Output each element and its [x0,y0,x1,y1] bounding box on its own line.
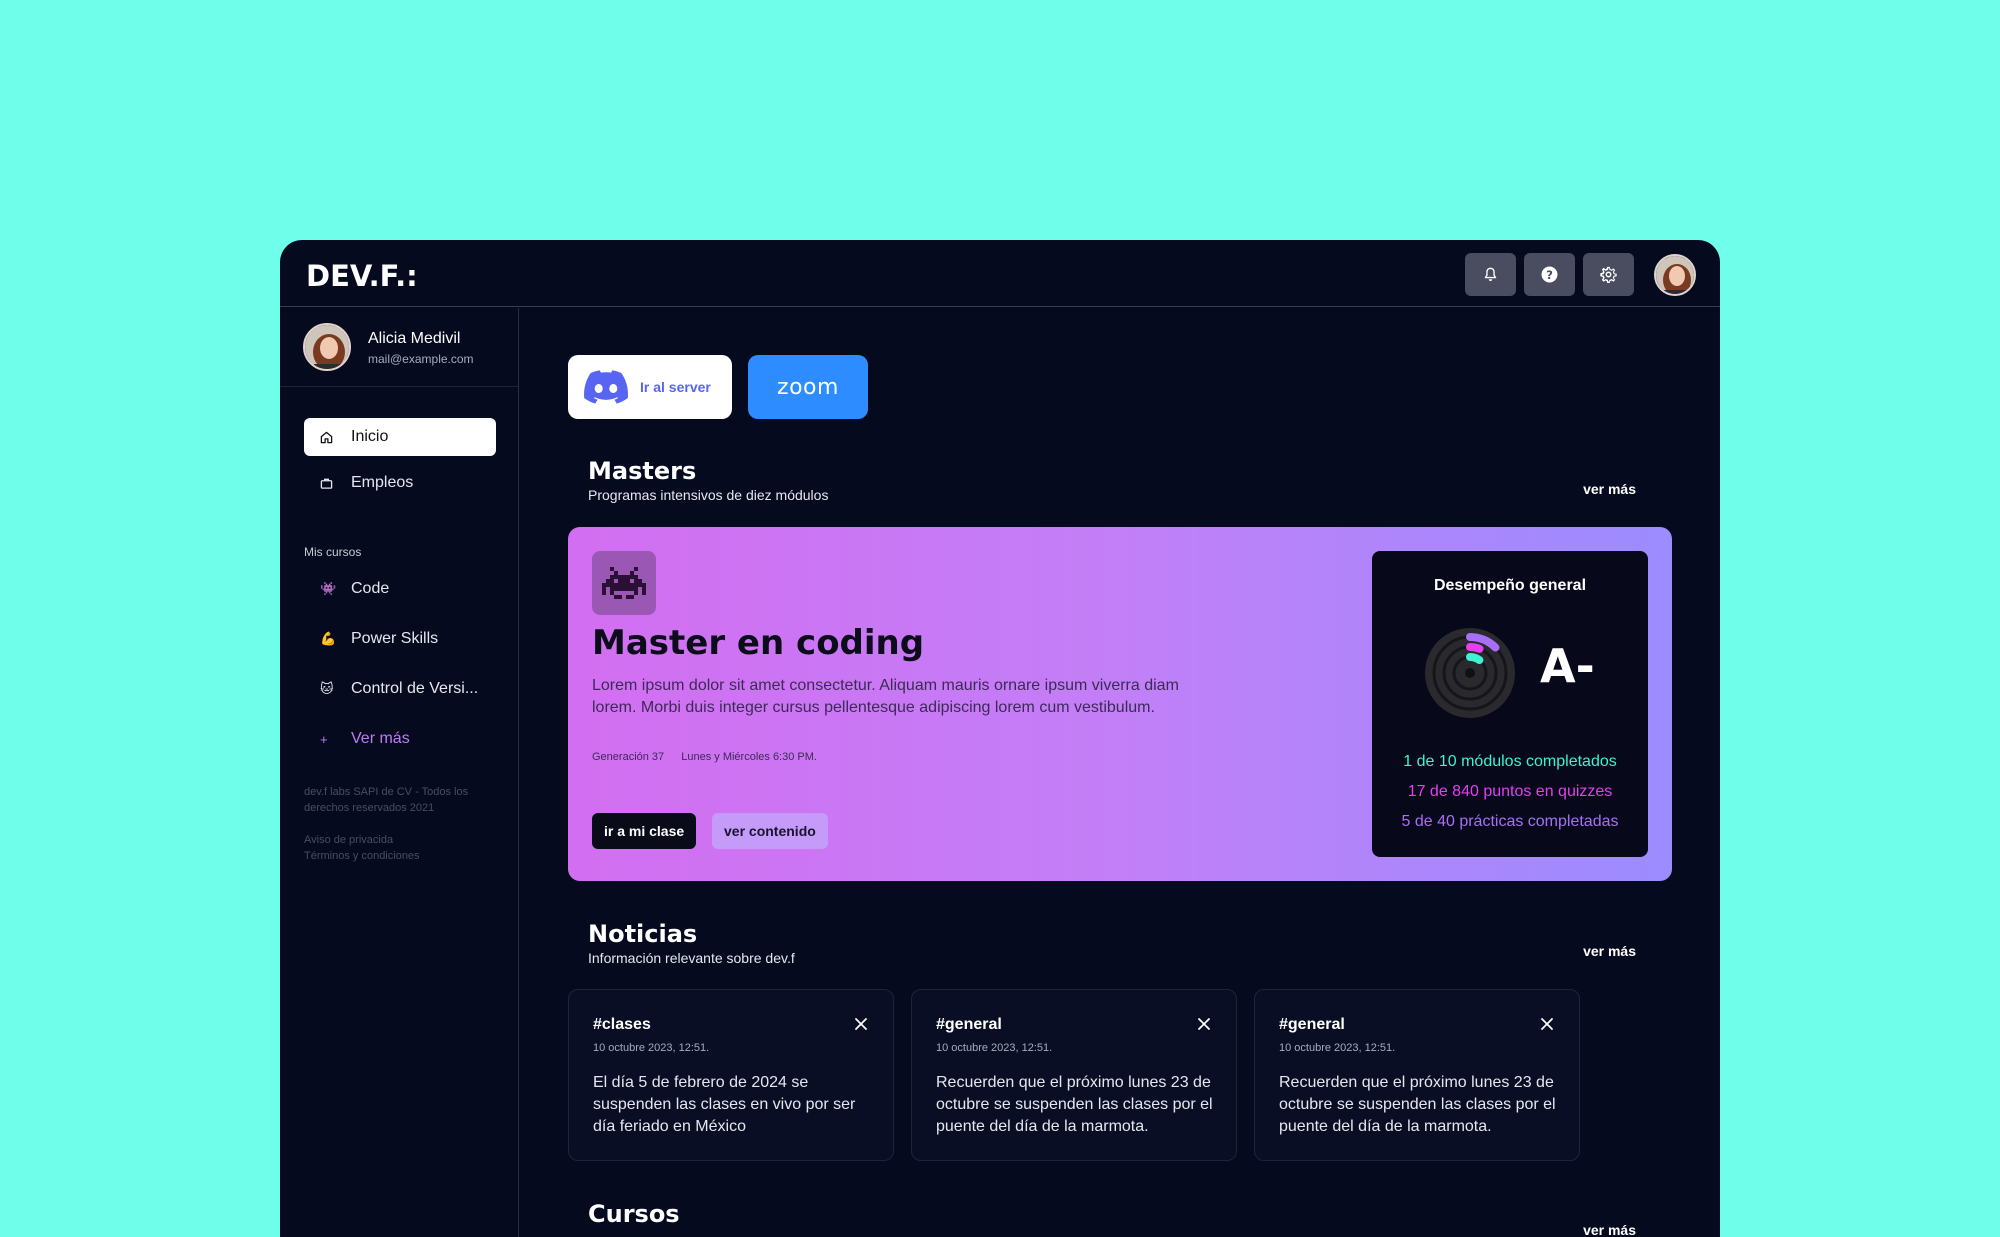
plus-icon: + [320,731,328,747]
course-item-power-skills[interactable]: 💪 Power Skills [304,614,496,664]
news-body: Recuerden que el próximo lunes 23 de oct… [1279,1074,1556,1135]
modules-progress-arc [1466,653,1484,665]
nav-item-inicio[interactable]: Inicio [304,418,496,456]
gear-icon [1600,266,1617,283]
alien-icon: 👾 [320,581,337,596]
courses-more-label: Ver más [351,730,410,747]
profile-name: Alicia Medivil [368,330,461,347]
bell-icon [1484,267,1497,281]
nav-item-label: Inicio [351,428,389,445]
master-course-card: Master en coding Lorem ipsum dolor sit a… [568,527,1672,881]
nav-item-empleos[interactable]: Empleos [304,464,496,502]
news-date: 10 octubre 2023, 12:51. [936,1042,1053,1054]
course-item-code[interactable]: 👾 Code [304,564,496,614]
master-description: Lorem ipsum dolor sit amet consectetur. … [592,677,1179,716]
main-content: Ir al server zoom Masters Programas inte… [520,308,1720,1237]
practices-stat: 5 de 40 prácticas completadas [1401,813,1619,830]
news-card[interactable]: #general 10 octubre 2023, 12:51. Recuerd… [911,989,1237,1161]
news-date: 10 octubre 2023, 12:51. [1279,1042,1396,1054]
view-content-button[interactable]: ver contenido [712,813,828,849]
avatar-image [1656,255,1694,294]
zoom-logo: zoom [777,374,839,400]
course-list: 👾 Code 💪 Power Skills 🐱 Control de Versi… [304,564,496,764]
cat-icon: 🐱 [320,681,334,696]
notifications-button[interactable] [1465,253,1516,296]
profile-avatar [303,323,351,371]
home-icon [320,431,338,444]
terms-link[interactable]: Términos y condiciones [304,848,504,864]
performance-grade: A- [1540,639,1595,693]
news-tag: #general [1279,1016,1345,1033]
news-ver-mas-link[interactable]: ver más [1583,943,1636,959]
news-body: Recuerden que el próximo lunes 23 de oct… [936,1074,1213,1135]
flexed-arm-icon: 💪 [320,631,337,646]
copyright-text: dev.f labs SAPI de CV - Todos los derech… [304,786,469,814]
course-item-label: Power Skills [351,630,439,647]
master-schedule: Lunes y Miércoles 6:30 PM. [681,751,817,763]
news-date: 10 octubre 2023, 12:51. [593,1042,710,1054]
devf-logo[interactable]: DEV.F.: [306,259,418,293]
help-button[interactable]: ? [1524,253,1575,296]
news-header: Noticias Información relevante sobre dev… [588,920,795,966]
news-subtitle: Información relevante sobre dev.f [588,950,795,966]
performance-radial-chart [1425,628,1515,718]
news-body: El día 5 de febrero de 2024 se suspenden… [593,1074,856,1135]
news-tag: #general [936,1016,1002,1033]
briefcase-icon [320,477,338,490]
modules-stat: 1 de 10 módulos completados [1403,753,1617,770]
privacy-link[interactable]: Aviso de privacida [304,832,504,848]
alien-icon [592,551,656,615]
close-icon[interactable] [853,1016,869,1032]
masters-title: Masters [588,457,697,485]
nav-item-label: Empleos [351,474,414,491]
news-card[interactable]: #general 10 octubre 2023, 12:51. Recuerd… [1254,989,1580,1161]
course-item-label: Control de Versi... [351,680,479,697]
top-actions: ? [1465,253,1696,296]
masters-header: Masters Programas intensivos de diez mód… [588,457,828,503]
courses-more-link[interactable]: + Ver más [304,714,496,764]
sidebar: Alicia Medivil mail@example.com Inicio E… [280,308,519,1237]
app-window: DEV.F.: ? Alicia Medivil mail@example.co… [280,240,1720,1237]
discord-server-button[interactable]: Ir al server [568,355,732,419]
legal-footer: dev.f labs SAPI de CV - Todos los derech… [304,784,504,864]
close-icon[interactable] [1539,1016,1555,1032]
masters-ver-mas-link[interactable]: ver más [1583,481,1636,497]
go-to-class-button[interactable]: ir a mi clase [592,813,697,849]
news-title: Noticias [588,920,698,948]
masters-subtitle: Programas intensivos de diez módulos [588,487,829,503]
avatar-image [305,325,349,369]
news-tag: #clases [593,1016,651,1033]
performance-title: Desempeño general [1433,577,1587,594]
quizzes-stat: 17 de 840 puntos en quizzes [1407,783,1613,800]
cursos-ver-mas-link[interactable]: ver más [1583,1222,1636,1237]
user-avatar[interactable] [1654,253,1696,296]
quizzes-progress-arc [1466,643,1484,653]
top-bar: DEV.F.: ? [280,240,1720,307]
profile-block[interactable]: Alicia Medivil mail@example.com [280,308,518,387]
master-meta: Generación 37 Lunes y Miércoles 6:30 PM. [592,751,831,763]
discord-icon [584,370,628,404]
master-generation: Generación 37 [592,751,665,763]
help-icon: ? [1541,266,1558,283]
settings-button[interactable] [1583,253,1634,296]
news-card[interactable]: #clases 10 octubre 2023, 12:51. El día 5… [568,989,894,1161]
master-title: Master en coding [592,623,925,663]
course-item-label: Code [351,580,390,597]
performance-card: Desempeño general A- 1 de 10 módulos com… [1372,551,1648,857]
svg-text:?: ? [1546,268,1553,282]
main-nav: Inicio Empleos [304,418,496,510]
courses-section-label: Mis cursos [304,545,362,559]
zoom-button[interactable]: zoom [748,355,868,419]
course-item-control-versiones[interactable]: 🐱 Control de Versi... [304,664,496,714]
cursos-header: Cursos [588,1200,680,1228]
close-icon[interactable] [1196,1016,1212,1032]
cursos-title: Cursos [588,1200,680,1228]
profile-email: mail@example.com [368,352,474,366]
discord-button-label: Ir al server [640,379,711,395]
quick-links: Ir al server zoom [568,355,868,419]
